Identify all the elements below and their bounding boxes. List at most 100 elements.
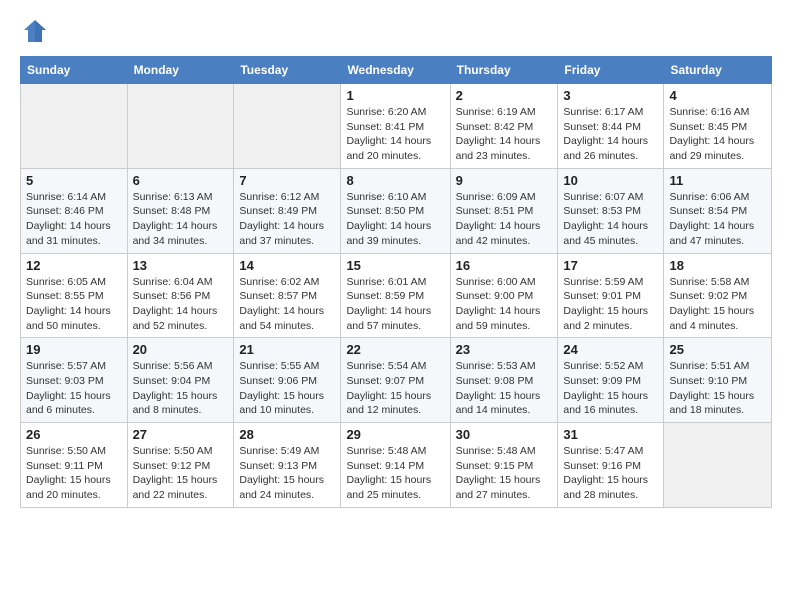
day-detail: Sunrise: 6:01 AMSunset: 8:59 PMDaylight:… <box>346 275 444 334</box>
day-detail: Sunrise: 5:48 AMSunset: 9:14 PMDaylight:… <box>346 444 444 503</box>
calendar-cell: 15Sunrise: 6:01 AMSunset: 8:59 PMDayligh… <box>341 253 450 338</box>
calendar-cell <box>234 84 341 169</box>
calendar-cell: 29 Sunrise: 5:48 AMSunset: 9:14 PMDayligh… <box>341 423 450 508</box>
day-detail: Sunrise: 5:55 AMSunset: 9:06 PMDaylight:… <box>239 359 335 418</box>
day-number: 20 <box>133 342 229 357</box>
day-detail: Sunrise: 6:12 AMSunset: 8:49 PMDaylight:… <box>239 190 335 249</box>
calendar-cell <box>127 84 234 169</box>
day-number: 14 <box>239 258 335 273</box>
day-detail: Sunrise: 5:58 AMSunset: 9:02 PMDaylight:… <box>669 275 766 334</box>
week-row-5: 26 Sunrise: 5:50 AMSunset: 9:11 PMDayligh… <box>21 423 772 508</box>
day-number: 4 <box>669 88 766 103</box>
day-number: 11 <box>669 173 766 188</box>
calendar-cell: 21 Sunrise: 5:55 AMSunset: 9:06 PMDayligh… <box>234 338 341 423</box>
calendar-cell: 13 Sunrise: 6:04 AMSunset: 8:56 PMDayligh… <box>127 253 234 338</box>
day-detail: Sunrise: 6:16 AMSunset: 8:45 PMDaylight:… <box>669 105 766 164</box>
day-number: 26 <box>26 427 122 442</box>
day-detail: Sunrise: 6:05 AMSunset: 8:55 PMDaylight:… <box>26 275 122 334</box>
calendar-cell: 24Sunrise: 5:52 AMSunset: 9:09 PMDayligh… <box>558 338 664 423</box>
calendar-cell: 31Sunrise: 5:47 AMSunset: 9:16 PMDayligh… <box>558 423 664 508</box>
day-number: 23 <box>456 342 553 357</box>
calendar-cell: 9 Sunrise: 6:09 AMSunset: 8:51 PMDaylight… <box>450 168 558 253</box>
day-number: 17 <box>563 258 658 273</box>
calendar-cell: 5Sunrise: 6:14 AMSunset: 8:46 PMDaylight… <box>21 168 128 253</box>
header-cell-wednesday: Wednesday <box>341 57 450 84</box>
day-number: 29 <box>346 427 444 442</box>
day-number: 7 <box>239 173 335 188</box>
calendar-cell: 3 Sunrise: 6:17 AMSunset: 8:44 PMDaylight… <box>558 84 664 169</box>
day-detail: Sunrise: 6:07 AMSunset: 8:53 PMDaylight:… <box>563 190 658 249</box>
day-detail: Sunrise: 5:48 AMSunset: 9:15 PMDaylight:… <box>456 444 553 503</box>
day-number: 30 <box>456 427 553 442</box>
calendar-cell: 8Sunrise: 6:10 AMSunset: 8:50 PMDaylight… <box>341 168 450 253</box>
calendar-cell: 19 Sunrise: 5:57 AMSunset: 9:03 PMDayligh… <box>21 338 128 423</box>
day-detail: Sunrise: 5:49 AMSunset: 9:13 PMDaylight:… <box>239 444 335 503</box>
day-detail: Sunrise: 6:14 AMSunset: 8:46 PMDaylight:… <box>26 190 122 249</box>
week-row-2: 5Sunrise: 6:14 AMSunset: 8:46 PMDaylight… <box>21 168 772 253</box>
calendar-cell: 16 Sunrise: 6:00 AMSunset: 9:00 PMDayligh… <box>450 253 558 338</box>
calendar-cell: 23 Sunrise: 5:53 AMSunset: 9:08 PMDayligh… <box>450 338 558 423</box>
calendar-table: SundayMondayTuesdayWednesdayThursdayFrid… <box>20 56 772 508</box>
day-detail: Sunrise: 6:10 AMSunset: 8:50 PMDaylight:… <box>346 190 444 249</box>
calendar-cell: 30 Sunrise: 5:48 AMSunset: 9:15 PMDayligh… <box>450 423 558 508</box>
calendar-cell: 7 Sunrise: 6:12 AMSunset: 8:49 PMDaylight… <box>234 168 341 253</box>
header-cell-thursday: Thursday <box>450 57 558 84</box>
header <box>20 16 772 46</box>
day-detail: Sunrise: 6:06 AMSunset: 8:54 PMDaylight:… <box>669 190 766 249</box>
calendar-cell: 17 Sunrise: 5:59 AMSunset: 9:01 PMDayligh… <box>558 253 664 338</box>
day-number: 27 <box>133 427 229 442</box>
calendar-cell: 4 Sunrise: 6:16 AMSunset: 8:45 PMDaylight… <box>664 84 772 169</box>
week-row-1: 1 Sunrise: 6:20 AMSunset: 8:41 PMDaylight… <box>21 84 772 169</box>
day-detail: Sunrise: 5:47 AMSunset: 9:16 PMDaylight:… <box>563 444 658 503</box>
calendar-cell: 2Sunrise: 6:19 AMSunset: 8:42 PMDaylight… <box>450 84 558 169</box>
day-number: 24 <box>563 342 658 357</box>
day-number: 22 <box>346 342 444 357</box>
day-number: 25 <box>669 342 766 357</box>
day-number: 28 <box>239 427 335 442</box>
header-cell-friday: Friday <box>558 57 664 84</box>
day-number: 21 <box>239 342 335 357</box>
header-cell-monday: Monday <box>127 57 234 84</box>
day-detail: Sunrise: 6:00 AMSunset: 9:00 PMDaylight:… <box>456 275 553 334</box>
week-row-3: 12 Sunrise: 6:05 AMSunset: 8:55 PMDayligh… <box>21 253 772 338</box>
logo-icon <box>20 16 50 46</box>
day-detail: Sunrise: 6:09 AMSunset: 8:51 PMDaylight:… <box>456 190 553 249</box>
calendar-cell: 25 Sunrise: 5:51 AMSunset: 9:10 PMDayligh… <box>664 338 772 423</box>
day-detail: Sunrise: 5:53 AMSunset: 9:08 PMDaylight:… <box>456 359 553 418</box>
day-detail: Sunrise: 5:51 AMSunset: 9:10 PMDaylight:… <box>669 359 766 418</box>
calendar-cell: 12 Sunrise: 6:05 AMSunset: 8:55 PMDayligh… <box>21 253 128 338</box>
day-detail: Sunrise: 6:13 AMSunset: 8:48 PMDaylight:… <box>133 190 229 249</box>
day-detail: Sunrise: 6:17 AMSunset: 8:44 PMDaylight:… <box>563 105 658 164</box>
day-detail: Sunrise: 6:19 AMSunset: 8:42 PMDaylight:… <box>456 105 553 164</box>
day-detail: Sunrise: 5:50 AMSunset: 9:12 PMDaylight:… <box>133 444 229 503</box>
day-detail: Sunrise: 5:56 AMSunset: 9:04 PMDaylight:… <box>133 359 229 418</box>
calendar-cell <box>21 84 128 169</box>
calendar-cell: 11 Sunrise: 6:06 AMSunset: 8:54 PMDayligh… <box>664 168 772 253</box>
day-detail: Sunrise: 5:57 AMSunset: 9:03 PMDaylight:… <box>26 359 122 418</box>
calendar-cell: 28 Sunrise: 5:49 AMSunset: 9:13 PMDayligh… <box>234 423 341 508</box>
day-detail: Sunrise: 6:04 AMSunset: 8:56 PMDaylight:… <box>133 275 229 334</box>
header-cell-sunday: Sunday <box>21 57 128 84</box>
day-number: 13 <box>133 258 229 273</box>
calendar-cell: 18Sunrise: 5:58 AMSunset: 9:02 PMDayligh… <box>664 253 772 338</box>
day-number: 3 <box>563 88 658 103</box>
day-detail: Sunrise: 5:50 AMSunset: 9:11 PMDaylight:… <box>26 444 122 503</box>
day-number: 9 <box>456 173 553 188</box>
day-number: 1 <box>346 88 444 103</box>
day-number: 12 <box>26 258 122 273</box>
calendar-cell: 14Sunrise: 6:02 AMSunset: 8:57 PMDayligh… <box>234 253 341 338</box>
week-row-4: 19 Sunrise: 5:57 AMSunset: 9:03 PMDayligh… <box>21 338 772 423</box>
header-cell-tuesday: Tuesday <box>234 57 341 84</box>
day-number: 16 <box>456 258 553 273</box>
logo <box>20 16 54 46</box>
header-row: SundayMondayTuesdayWednesdayThursdayFrid… <box>21 57 772 84</box>
calendar-cell: 10 Sunrise: 6:07 AMSunset: 8:53 PMDayligh… <box>558 168 664 253</box>
day-number: 6 <box>133 173 229 188</box>
day-number: 19 <box>26 342 122 357</box>
day-detail: Sunrise: 5:54 AMSunset: 9:07 PMDaylight:… <box>346 359 444 418</box>
day-detail: Sunrise: 6:20 AMSunset: 8:41 PMDaylight:… <box>346 105 444 164</box>
day-number: 10 <box>563 173 658 188</box>
day-detail: Sunrise: 5:59 AMSunset: 9:01 PMDaylight:… <box>563 275 658 334</box>
header-cell-saturday: Saturday <box>664 57 772 84</box>
calendar-cell: 27 Sunrise: 5:50 AMSunset: 9:12 PMDayligh… <box>127 423 234 508</box>
